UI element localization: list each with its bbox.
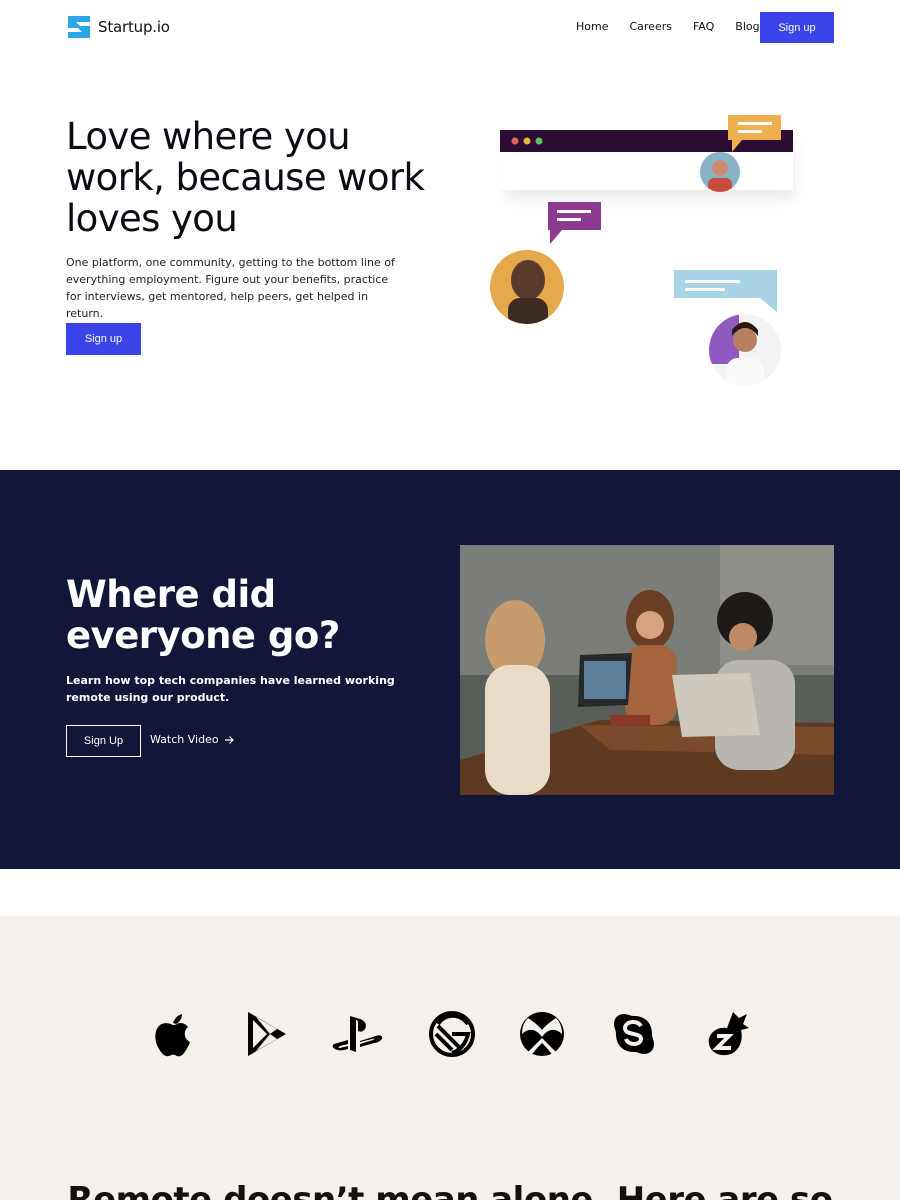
logo-icon [68, 16, 90, 38]
avatar [490, 250, 564, 324]
nav-signup-button[interactable]: Sign up [760, 12, 834, 43]
hero-signup-button[interactable]: Sign up [66, 323, 141, 355]
top-nav: Startup.io Home Careers FAQ Blog Sign up [0, 0, 900, 56]
nav-links: Home Careers FAQ Blog [576, 20, 781, 33]
google-play-icon [236, 1004, 296, 1064]
brand-name: Startup.io [98, 18, 170, 36]
gatsby-icon [422, 1004, 482, 1064]
nav-link-blog[interactable]: Blog [735, 20, 759, 33]
playstation-icon [328, 1004, 388, 1064]
hero-illustration [490, 115, 795, 386]
xbox-icon [512, 1004, 572, 1064]
apple-icon [143, 1004, 203, 1064]
partner-logos [140, 1004, 760, 1064]
remote-section: Where did everyone go? Learn how top tec… [0, 470, 900, 869]
nav-link-faq[interactable]: FAQ [693, 20, 714, 33]
nav-link-careers[interactable]: Careers [629, 20, 672, 33]
watch-video-label: Watch Video [150, 733, 219, 746]
brand-logo[interactable]: Startup.io [66, 14, 170, 40]
partners-section: Remote doesn’t mean alone. Here are so [0, 916, 900, 1200]
avatar [709, 314, 781, 386]
arrow-right-icon [224, 735, 234, 744]
zendesk-icon [697, 1004, 757, 1064]
skype-icon [604, 1004, 664, 1064]
remote-description: Learn how top tech companies have learne… [66, 674, 395, 704]
remote-signup-button[interactable]: Sign Up [66, 725, 141, 757]
hero-description: One platform, one community, getting to … [66, 256, 395, 320]
community-title: Remote doesn’t mean alone. Here are so [67, 1180, 833, 1200]
team-photo [460, 545, 834, 795]
nav-link-home[interactable]: Home [576, 20, 608, 33]
watch-video-link[interactable]: Watch Video [150, 733, 234, 746]
hero-title: Love where you work, because work loves … [66, 115, 425, 240]
remote-title: Where did everyone go? [66, 573, 340, 657]
